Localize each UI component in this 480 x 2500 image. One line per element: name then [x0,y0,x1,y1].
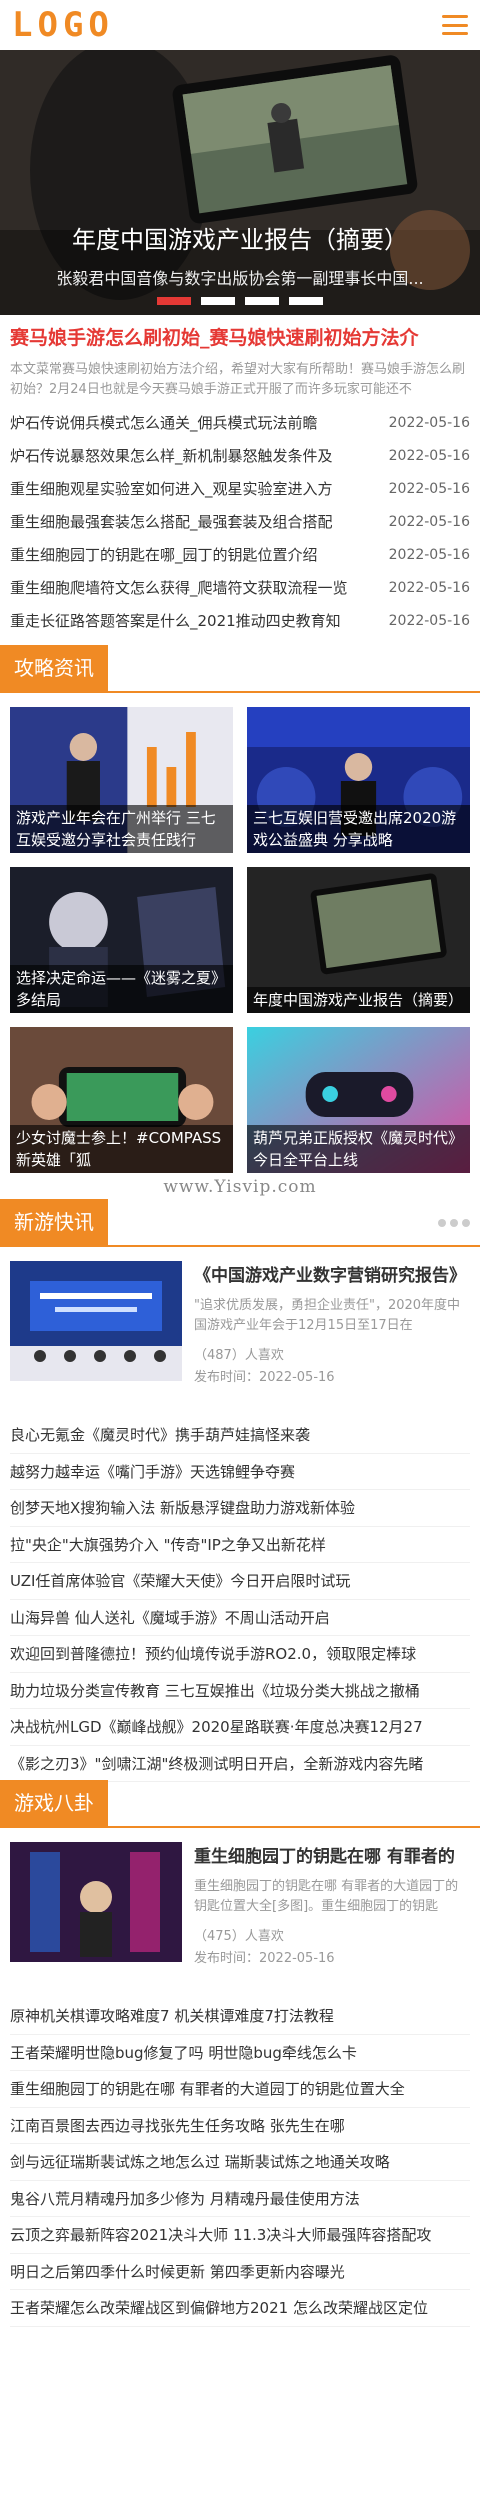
list-item[interactable]: 炉石传说佣兵模式怎么通关_佣兵模式玩法前瞻 2022-05-16 [10,406,470,439]
news-title[interactable]: 重生细胞园丁的钥匙在哪_园丁的钥匙位置介绍 [10,544,389,565]
featured-article[interactable]: 《中国游戏产业数字营销研究报告》 "追求优质发展，勇担企业责任"，2020年度中… [0,1247,480,1417]
list-item[interactable]: 王者荣耀明世隐bug修复了吗 明世隐bug牵线怎么卡 [10,2035,470,2071]
news-title[interactable]: 重生细胞爬墙符文怎么获得_爬墙符文获取流程一览 [10,577,389,598]
section-title[interactable]: 攻略资讯 [0,645,108,691]
hero-title[interactable]: 年度中国游戏产业报告（摘要） [0,220,480,255]
list-item[interactable]: 拉"央企"大旗强势介入 "传奇"IP之争又出新花样 [10,1527,470,1563]
news-date: 2022-05-16 [388,480,470,497]
hero-subtitle: 张毅君中国音像与数字出版协会第一副理事长中国... [56,269,424,288]
hero-slider[interactable]: 年度中国游戏产业报告（摘要） 张毅君中国音像与数字出版协会第一副理事长中国... [0,50,480,315]
featured-title[interactable]: 《中国游戏产业数字营销研究报告》 [194,1261,470,1286]
slider-dot[interactable] [201,297,235,305]
new-games-list: 良心无氪金《魔灵时代》携手葫芦娃搞怪来袭 越努力越幸运《嘴门手游》天选锦鲤争夺赛… [0,1417,480,1782]
news-title[interactable]: 重生细胞最强套装怎么搭配_最强套装及组合搭配 [10,511,389,532]
slider-dots [0,297,480,305]
list-item[interactable]: 重生细胞园丁的钥匙在哪 有罪者的大道园丁的钥匙位置大全 [10,2071,470,2108]
list-item[interactable]: 越努力越幸运《嘴门手游》天选锦鲤争夺赛 [10,1454,470,1490]
list-item[interactable]: UZI任首席体验官《荣耀大天使》今日开启限时试玩 [10,1563,470,1600]
section-header-new-games: 新游快讯 [0,1199,480,1247]
featured-desc: 重生细胞园丁的钥匙在哪 有罪者的大道园丁的钥匙位置大全[多图]。重生细胞园丁的钥… [194,1879,459,1914]
headline-article: 赛马娘手游怎么刷初始_赛马娘快速刷初始方法介 本文菜常赛马娘快速刷初始方法介绍，… [0,315,480,400]
article-card[interactable]: 三七互娱旧营受邀出席2020游戏公益盛典 分享战略 [247,707,470,853]
list-item[interactable]: 重生细胞最强套装怎么搭配_最强套装及组合搭配 2022-05-16 [10,505,470,538]
list-item[interactable]: 《影之刃3》"剑啸江湖"终极测试明日开启，全新游戏内容先睹 [10,1746,470,1782]
hero-caption: 年度中国游戏产业报告（摘要） 张毅君中国音像与数字出版协会第一副理事长中国... [0,220,480,289]
list-item[interactable]: 助力垃圾分类宣传教育 三七互娱推出《垃圾分类大挑战之撤桶 [10,1673,470,1709]
featured-image [10,1261,182,1381]
news-title[interactable]: 炉石传说佣兵模式怎么通关_佣兵模式玩法前瞻 [10,412,389,433]
featured-likes: （475）人喜欢 [194,1929,284,1944]
list-item[interactable]: 重生细胞园丁的钥匙在哪_园丁的钥匙位置介绍 2022-05-16 [10,538,470,571]
site-logo[interactable]: LOGO [12,5,114,45]
section-title[interactable]: 游戏八卦 [0,1780,108,1826]
slider-dot[interactable] [289,297,323,305]
news-title[interactable]: 重生细胞观星实验室如何进入_观星实验室进入方 [10,478,389,499]
card-caption: 葫芦兄弟正版授权《魔灵时代》今日全平台上线 [247,1125,470,1173]
news-date: 2022-05-16 [388,447,470,464]
site-header: LOGO [0,0,480,50]
strategy-card-grid: 游戏产业年会在广州举行 三七互娱受邀分享社会责任践行 三七互娱旧营受邀出席202… [0,693,480,1173]
list-item[interactable]: 良心无氪金《魔灵时代》携手葫芦娃搞怪来袭 [10,1417,470,1454]
card-caption: 少女讨魔士参上！#COMPASS新英雄「狐 [10,1125,233,1173]
featured-desc: "追求优质发展，勇担企业责任"，2020年度中国游戏产业年会于12月15日至17… [194,1298,461,1333]
list-item[interactable]: 云顶之弈最新阵容2021决斗大师 11.3决斗大师最强阵容搭配攻 [10,2217,470,2254]
more-dots-icon[interactable] [438,1219,470,1227]
card-caption: 年度中国游戏产业报告（摘要） [247,987,470,1013]
news-title[interactable]: 炉石传说暴怒效果怎么样_新机制暴怒触发条件及 [10,445,389,466]
news-date: 2022-05-16 [388,414,470,431]
list-item[interactable]: 重生细胞爬墙符文怎么获得_爬墙符文获取流程一览 2022-05-16 [10,571,470,604]
featured-image [10,1842,182,1962]
headline-title[interactable]: 赛马娘手游怎么刷初始_赛马娘快速刷初始方法介 [10,323,470,350]
news-date: 2022-05-16 [388,546,470,563]
featured-publish-time: 发布时间：2022-05-16 [194,1370,335,1385]
featured-publish-time: 发布时间：2022-05-16 [194,1951,335,1966]
featured-likes: （487）人喜欢 [194,1348,284,1363]
article-card[interactable]: 少女讨魔士参上！#COMPASS新英雄「狐 [10,1027,233,1173]
article-card[interactable]: 选择决定命运——《迷雾之夏》多结局 [10,867,233,1013]
list-item[interactable]: 重走长征路答题答案是什么_2021推动四史教育知 2022-05-16 [10,604,470,637]
list-item[interactable]: 原神机关棋谭攻略难度7 机关棋谭难度7打法教程 [10,1998,470,2035]
news-title[interactable]: 重走长征路答题答案是什么_2021推动四史教育知 [10,610,389,631]
card-caption: 游戏产业年会在广州举行 三七互娱受邀分享社会责任践行 [10,805,233,853]
section-header-gossip: 游戏八卦 [0,1780,480,1828]
list-item[interactable]: 重生细胞观星实验室如何进入_观星实验室进入方 2022-05-16 [10,472,470,505]
article-card[interactable]: 葫芦兄弟正版授权《魔灵时代》今日全平台上线 [247,1027,470,1173]
featured-article[interactable]: 重生细胞园丁的钥匙在哪 有罪者的 重生细胞园丁的钥匙在哪 有罪者的大道园丁的钥匙… [0,1828,480,1998]
news-date: 2022-05-16 [388,612,470,629]
slider-dot[interactable] [157,297,191,305]
list-item[interactable]: 江南百景图去西边寻找张先生任务攻略 张先生在哪 [10,2108,470,2144]
list-item[interactable]: 山海异兽 仙人送礼《魔域手游》不周山活动开启 [10,1600,470,1636]
headline-summary: 本文菜常赛马娘快速刷初始方法介绍，希望对大家有所帮助！赛马娘手游怎么刷初始？2月… [10,362,466,397]
list-item[interactable]: 创梦天地X搜狗输入法 新版悬浮键盘助力游戏新体验 [10,1490,470,1527]
latest-news-list: 炉石传说佣兵模式怎么通关_佣兵模式玩法前瞻 2022-05-16 炉石传说暴怒效果… [0,400,480,637]
card-caption: 选择决定命运——《迷雾之夏》多结局 [10,965,233,1013]
featured-title[interactable]: 重生细胞园丁的钥匙在哪 有罪者的 [194,1842,470,1867]
list-item[interactable]: 决战杭州LGD《巅峰战舰》2020星路联赛·年度总决赛12月27 [10,1709,470,1746]
card-caption: 三七互娱旧营受邀出席2020游戏公益盛典 分享战略 [247,805,470,853]
featured-info: 重生细胞园丁的钥匙在哪 有罪者的 重生细胞园丁的钥匙在哪 有罪者的大道园丁的钥匙… [194,1842,470,1988]
featured-info: 《中国游戏产业数字营销研究报告》 "追求优质发展，勇担企业责任"，2020年度中… [194,1261,470,1407]
news-date: 2022-05-16 [388,513,470,530]
list-item[interactable]: 鬼谷八荒月精魂丹加多少修为 月精魂丹最佳使用方法 [10,2181,470,2217]
list-item[interactable]: 王者荣耀怎么改荣耀战区到偏僻地方2021 怎么改荣耀战区定位 [10,2290,470,2327]
slider-dot[interactable] [245,297,279,305]
list-item[interactable]: 剑与远征瑞斯裴试炼之地怎么过 瑞斯裴试炼之地通关攻略 [10,2144,470,2181]
article-card[interactable]: 游戏产业年会在广州举行 三七互娱受邀分享社会责任践行 [10,707,233,853]
menu-icon[interactable] [442,15,468,35]
news-date: 2022-05-16 [388,579,470,596]
site-watermark: www.Yisvip.com [163,1177,317,1197]
list-item[interactable]: 明日之后第四季什么时候更新 第四季更新内容曝光 [10,2254,470,2290]
section-header-strategy: 攻略资讯 [0,645,480,693]
list-item[interactable]: 欢迎回到普隆德拉！预约仙境传说手游RO2.0，领取限定棒球 [10,1636,470,1673]
list-item[interactable]: 炉石传说暴怒效果怎么样_新机制暴怒触发条件及 2022-05-16 [10,439,470,472]
section-title[interactable]: 新游快讯 [0,1199,108,1245]
article-card[interactable]: 年度中国游戏产业报告（摘要） [247,867,470,1013]
gossip-list: 原神机关棋谭攻略难度7 机关棋谭难度7打法教程 王者荣耀明世隐bug修复了吗 明… [0,1998,480,2327]
